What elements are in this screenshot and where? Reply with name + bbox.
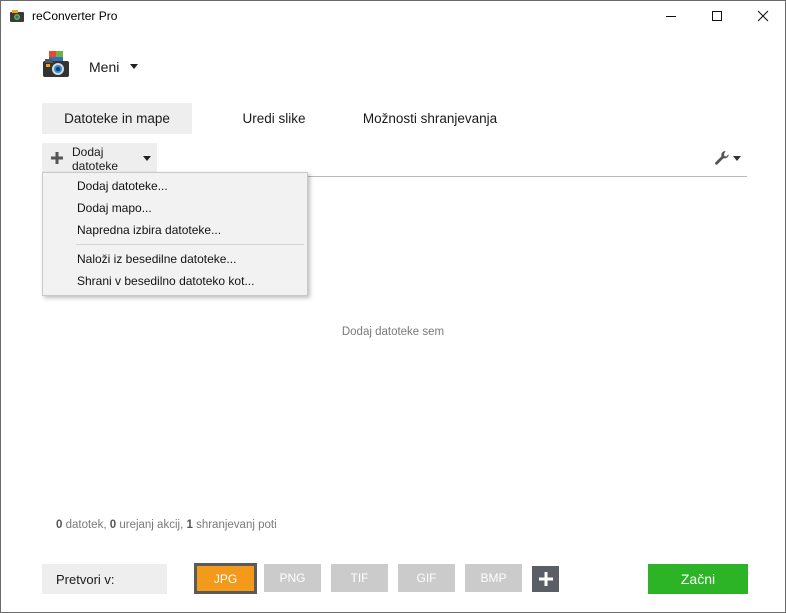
window-title: reConverter Pro [32, 9, 118, 23]
plus-icon [538, 572, 553, 586]
format-tif-button[interactable]: TIF [331, 564, 388, 592]
minimize-icon [666, 16, 676, 17]
tab-save-options[interactable]: Možnosti shranjevanja [356, 103, 504, 134]
actions-count: 0 [109, 519, 117, 531]
chevron-down-icon[interactable] [130, 64, 138, 69]
add-files-label: Dodaj datoteke [72, 145, 118, 173]
status-bar: 0 datotek, 0 urejanj akcij, 1 shranjevan… [56, 519, 277, 531]
format-gif-button[interactable]: GIF [398, 564, 455, 592]
menu-button[interactable]: Meni [89, 59, 119, 75]
files-count: 0 [56, 519, 63, 531]
menu-item-add-files[interactable]: Dodaj datoteke... [77, 179, 168, 193]
menu-item-advanced-selection[interactable]: Napredna izbira datoteke... [77, 223, 221, 237]
files-label: datotek, [65, 519, 107, 531]
app-logo-icon[interactable] [41, 49, 73, 81]
close-button[interactable] [740, 1, 786, 31]
add-files-label-line1: Dodaj [72, 145, 104, 159]
format-png-button[interactable]: PNG [264, 564, 321, 592]
menu-separator [76, 244, 304, 245]
drop-zone-hint: Dodaj datoteke sem [341, 326, 445, 338]
convert-to-label: Pretvori v: [56, 572, 115, 587]
format-bmp-button[interactable]: BMP [465, 564, 522, 592]
add-format-button[interactable] [532, 566, 559, 592]
chevron-down-icon [143, 156, 151, 161]
format-jpg-button[interactable]: JPG [194, 563, 257, 594]
tab-edit-images[interactable]: Uredi slike [229, 103, 319, 134]
menu-item-add-folder[interactable]: Dodaj mapo... [77, 201, 152, 215]
menu-item-load-from-text[interactable]: Naloži iz besedilne datoteke... [77, 252, 236, 266]
paths-label: shranjevanj poti [196, 519, 277, 531]
minimize-button[interactable] [648, 1, 694, 31]
chevron-down-icon[interactable] [733, 156, 741, 161]
maximize-button[interactable] [694, 1, 740, 31]
app-icon [10, 10, 24, 22]
add-files-dropdown-menu: Dodaj datoteke... Dodaj mapo... Napredna… [42, 172, 308, 296]
menu-item-save-to-text[interactable]: Shrani v besedilno datoteko kot... [77, 274, 254, 288]
add-files-label-line2: datoteke [72, 159, 119, 173]
maximize-icon [712, 11, 722, 21]
add-files-button[interactable]: Dodaj datoteke [42, 143, 157, 175]
tab-files-and-folders[interactable]: Datoteke in mape [42, 103, 192, 134]
plus-icon [51, 152, 63, 164]
actions-label: urejanj akcij, [119, 519, 184, 531]
app-window: reConverter Pro Meni Datoteke in mape Ur… [0, 0, 786, 613]
paths-count: 1 [186, 519, 193, 531]
start-button[interactable]: Začni [648, 564, 748, 594]
convert-to-panel: Pretvori v: [42, 564, 167, 594]
wrench-icon[interactable] [713, 149, 731, 167]
title-bar: reConverter Pro [1, 1, 785, 31]
close-icon [757, 10, 769, 22]
